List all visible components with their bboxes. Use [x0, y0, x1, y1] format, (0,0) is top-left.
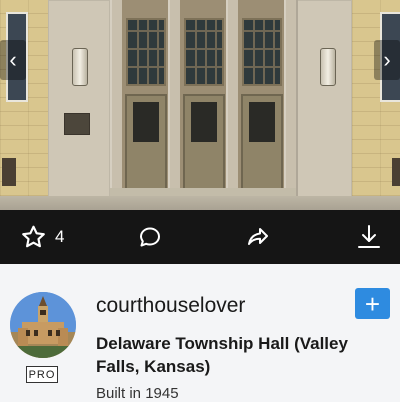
follow-button[interactable]: +	[355, 288, 390, 319]
photo-viewer[interactable]: ‹ ›	[0, 0, 400, 210]
comment-bubble-icon	[138, 225, 162, 249]
wall-lamp-right	[320, 48, 336, 86]
pro-badge: PRO	[26, 366, 58, 383]
favorite-count: 4	[55, 227, 65, 246]
star-outline-icon	[20, 224, 47, 250]
place-title[interactable]: Delaware Township Hall (Valley Falls, Ka…	[96, 332, 366, 378]
door	[125, 94, 167, 190]
sidewalk	[0, 196, 400, 210]
download-arrow-icon	[357, 224, 381, 250]
doorway	[180, 0, 228, 196]
courthouse-avatar-image	[10, 292, 76, 358]
vent-right	[392, 158, 400, 186]
stone-facade-left	[48, 0, 110, 200]
previous-photo-button[interactable]: ‹	[0, 40, 26, 80]
door	[183, 94, 225, 190]
share-arrow-icon	[245, 225, 271, 249]
door	[241, 94, 283, 190]
next-photo-button[interactable]: ›	[374, 40, 400, 80]
favorite-button[interactable]: 4	[20, 210, 64, 264]
pillar	[284, 0, 298, 198]
doorway	[122, 0, 170, 196]
username[interactable]: courthouselover	[96, 294, 245, 318]
stained-glass-window	[126, 18, 166, 86]
building-plaque	[64, 113, 90, 135]
comment-button[interactable]	[138, 210, 162, 264]
photo-description: Built in 1945	[96, 385, 179, 402]
download-button[interactable]	[357, 210, 381, 264]
share-button[interactable]	[245, 210, 271, 264]
wall-lamp-left	[72, 48, 88, 86]
stained-glass-window	[242, 18, 282, 86]
stone-facade-right	[296, 0, 352, 200]
avatar[interactable]	[10, 292, 76, 358]
doorway	[238, 0, 286, 196]
vent-left	[2, 158, 16, 186]
stained-glass-window	[184, 18, 224, 86]
post-details: PRO courthouselover + Delaware Township …	[0, 264, 400, 402]
action-bar: 4	[0, 210, 400, 264]
